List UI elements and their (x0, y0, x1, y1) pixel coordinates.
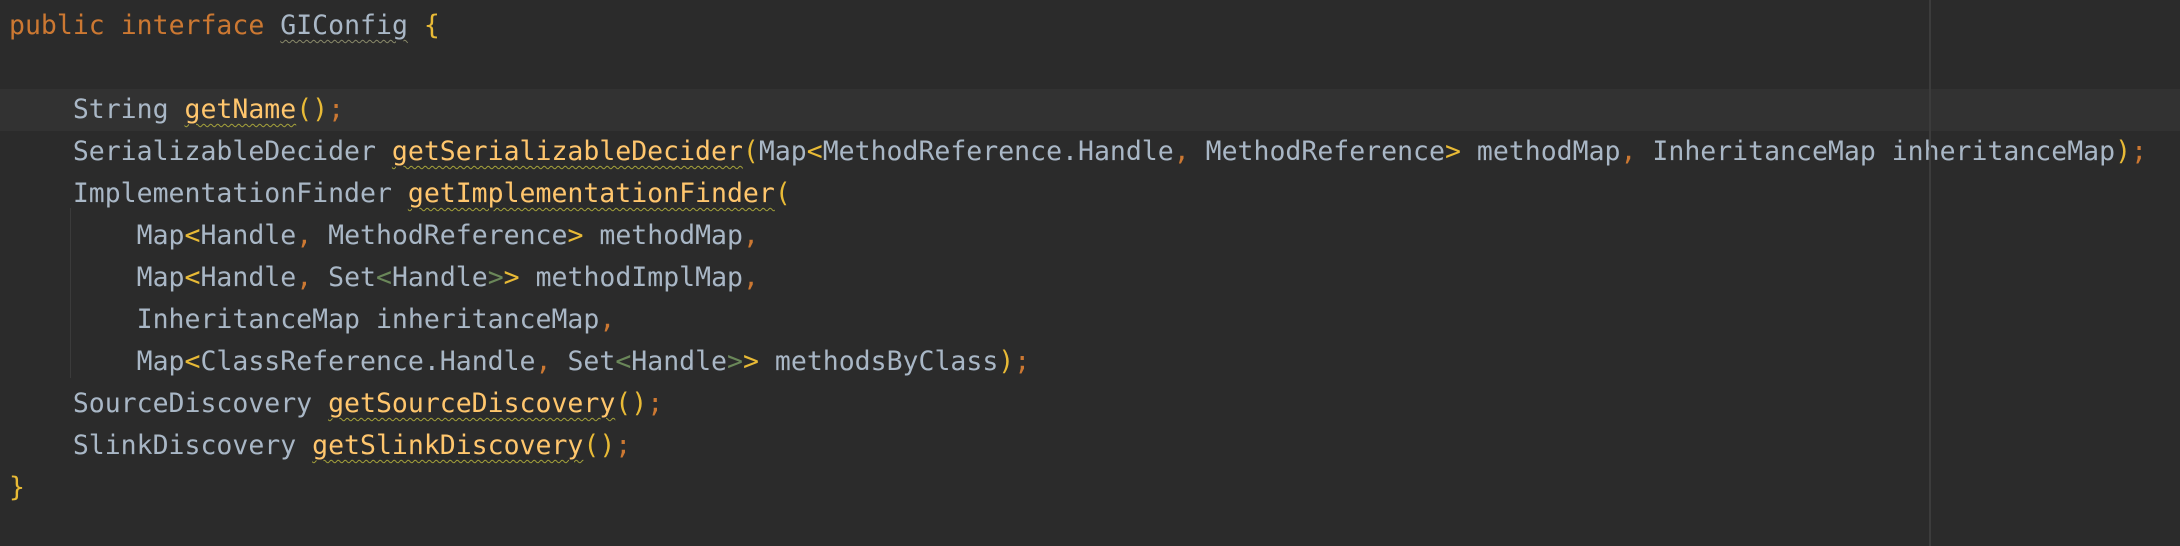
code-token: SerializableDecider (9, 136, 392, 167)
keyword: interface (120, 10, 265, 41)
code-token: MethodReference (328, 220, 568, 251)
code-line[interactable]: SourceDiscovery getSourceDiscovery(); (0, 383, 2180, 425)
code-token: ( (774, 178, 791, 209)
code-line[interactable]: ImplementationFinder getImplementationFi… (0, 173, 2180, 215)
code-token: > (742, 346, 759, 377)
code-token: () (296, 94, 329, 125)
code-token: , (742, 220, 759, 251)
code-token: > (487, 262, 504, 293)
code-token: } (9, 472, 25, 503)
code-token: < (376, 262, 392, 293)
code-line-text: } (9, 467, 25, 509)
code-token: methodsByClass (758, 346, 999, 377)
code-token: Handle (200, 262, 297, 293)
code-token: ; (1014, 346, 1031, 377)
code-token: ; (647, 388, 664, 419)
code-token: Handle (200, 220, 297, 251)
code-token: ; (615, 430, 632, 461)
code-line-text: String getName(); (9, 89, 344, 131)
method-name: getName (184, 94, 297, 125)
code-token: GIConfig (280, 10, 408, 41)
code-token: < (615, 346, 632, 377)
right-margin-guide (1929, 0, 1931, 546)
code-token: , (1620, 136, 1653, 167)
code-line[interactable]: Map<Handle, Set<Handle>> methodImplMap, (0, 257, 2180, 299)
code-token: SourceDiscovery (9, 388, 329, 419)
code-editor[interactable]: public interface GIConfig { String getNa… (0, 0, 2180, 546)
code-line-text: Map<ClassReference.Handle, Set<Handle>> … (9, 341, 1031, 383)
code-line-text: SlinkDiscovery getSlinkDiscovery(); (9, 425, 631, 467)
code-token: < (184, 220, 201, 251)
code-token: Set (328, 262, 376, 293)
code-token: Handle (631, 346, 728, 377)
code-token: () (583, 430, 616, 461)
code-token: < (184, 346, 201, 377)
code-token: < (184, 262, 201, 293)
code-line[interactable]: } (0, 467, 2180, 509)
code-token: ) (2115, 136, 2132, 167)
code-token: Map (9, 220, 185, 251)
code-line[interactable]: Map<ClassReference.Handle, Set<Handle>> … (0, 341, 2180, 383)
code-token: , (296, 262, 329, 293)
code-token: Handle (391, 262, 488, 293)
code-token: ; (2131, 136, 2148, 167)
code-token: () (615, 388, 648, 419)
code-token: ClassReference.Handle (200, 346, 536, 377)
code-token: MethodReference (1205, 136, 1445, 167)
code-line[interactable]: SlinkDiscovery getSlinkDiscovery(); (0, 425, 2180, 467)
code-token: ImplementationFinder (9, 178, 408, 209)
code-token: > (727, 346, 743, 377)
code-token: { (423, 10, 440, 41)
code-token: Set (567, 346, 616, 377)
code-token: > (1444, 136, 1461, 167)
code-line[interactable] (0, 47, 2180, 89)
code-token: < (806, 136, 823, 167)
indent-guide (70, 208, 71, 378)
code-token: InheritanceMap inheritanceMap (1652, 136, 2116, 167)
code-token: InheritanceMap inheritanceMap (9, 304, 600, 335)
code-token: methodImplMap (519, 262, 744, 293)
code-token: , (535, 346, 568, 377)
code-line[interactable]: Map<Handle, MethodReference> methodMap, (0, 215, 2180, 257)
keyword: public (9, 10, 105, 41)
code-line[interactable]: SerializableDecider getSerializableDecid… (0, 131, 2180, 173)
code-token: , (296, 220, 329, 251)
method-name: getImplementationFinder (407, 178, 775, 209)
code-line-text: ImplementationFinder getImplementationFi… (9, 173, 791, 215)
code-line-text: Map<Handle, Set<Handle>> methodImplMap, (9, 257, 759, 299)
code-line[interactable]: InheritanceMap inheritanceMap, (0, 299, 2180, 341)
code-token: methodMap (583, 220, 743, 251)
code-token: MethodReference.Handle (822, 136, 1174, 167)
code-token: ; (328, 94, 345, 125)
code-token: , (1173, 136, 1206, 167)
code-line-text: SourceDiscovery getSourceDiscovery(); (9, 383, 663, 425)
code-token: Map (9, 346, 185, 377)
method-name: getSourceDiscovery (328, 388, 616, 419)
code-token: > (567, 220, 584, 251)
code-token: , (743, 262, 759, 293)
code-token: Map (758, 136, 807, 167)
code-token: , (599, 304, 616, 335)
code-line-text: Map<Handle, MethodReference> methodMap, (9, 215, 759, 257)
code-token: > (503, 262, 520, 293)
code-token: String (9, 94, 185, 125)
code-line-text: SerializableDecider getSerializableDecid… (9, 131, 2147, 173)
code-token: methodMap (1460, 136, 1621, 167)
method-name: getSerializableDecider (391, 136, 743, 167)
method-name: getSlinkDiscovery (312, 430, 584, 461)
code-line[interactable]: public interface GIConfig { (0, 5, 2180, 47)
code-token: ) (998, 346, 1015, 377)
code-token: Map (9, 262, 185, 293)
code-line[interactable]: String getName(); (0, 89, 2180, 131)
code-token: ( (742, 136, 759, 167)
code-token: SlinkDiscovery (9, 430, 313, 461)
code-line-text: public interface GIConfig { (9, 5, 440, 47)
code-line-text: InheritanceMap inheritanceMap, (9, 299, 616, 341)
